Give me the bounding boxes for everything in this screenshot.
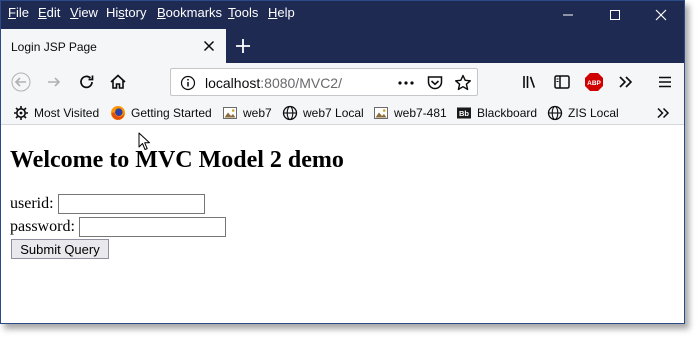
bookmark-label: web7 Local bbox=[303, 106, 364, 120]
menu-help-accesskey: H bbox=[268, 5, 278, 20]
bookmark-label: web7-481 bbox=[394, 106, 447, 120]
menu-bookmarks-accesskey: B bbox=[157, 5, 166, 20]
blackboard-icon: Bb bbox=[456, 105, 472, 121]
bookmark-label: Blackboard bbox=[477, 106, 538, 120]
adblock-plus-icon: ABP bbox=[585, 73, 603, 91]
close-window-button[interactable] bbox=[638, 1, 684, 29]
menu-tools[interactable]: Tools bbox=[228, 5, 258, 20]
userid-input[interactable] bbox=[57, 194, 205, 214]
menu-help-label: elp bbox=[277, 5, 295, 20]
menu-file-accesskey: F bbox=[8, 5, 16, 20]
bookmark-web7[interactable]: web7 bbox=[222, 105, 272, 121]
forward-arrow-icon bbox=[48, 77, 61, 87]
back-button[interactable] bbox=[11, 72, 31, 92]
home-icon bbox=[110, 74, 126, 89]
sidebar-icon bbox=[554, 75, 570, 89]
bookmark-label: web7 bbox=[243, 106, 272, 120]
url-bar[interactable]: localhost:8080/MVC2/ bbox=[170, 68, 478, 96]
menu-bar: File Edit View History Bookmarks Tools H… bbox=[1, 1, 684, 29]
globe-icon bbox=[547, 105, 563, 121]
library-icon bbox=[523, 76, 536, 88]
sidebar-button[interactable] bbox=[552, 72, 572, 92]
userid-row: userid: bbox=[10, 194, 205, 214]
bookmark-zis-local[interactable]: ZIS Local bbox=[547, 105, 619, 121]
menu-file[interactable]: File bbox=[8, 5, 29, 20]
menu-edit-accesskey: E bbox=[38, 5, 47, 20]
reload-button[interactable] bbox=[77, 72, 97, 92]
menu-edit-label: dit bbox=[46, 5, 61, 20]
image-icon bbox=[222, 105, 238, 121]
password-row: password: bbox=[10, 217, 226, 237]
menu-button[interactable] bbox=[655, 72, 675, 92]
menu-file-label: ile bbox=[15, 5, 29, 20]
menu-history[interactable]: History bbox=[106, 5, 146, 20]
close-icon bbox=[655, 9, 667, 21]
info-icon[interactable] bbox=[180, 75, 196, 91]
reload-icon bbox=[80, 75, 94, 89]
minimize-icon bbox=[563, 14, 573, 16]
firefox-icon bbox=[110, 105, 126, 121]
bookmarks-overflow-button[interactable] bbox=[655, 105, 671, 121]
bookmark-web7-local[interactable]: web7 Local bbox=[282, 105, 364, 121]
url-path: :8080/MVC2/ bbox=[260, 75, 342, 91]
minimize-button[interactable] bbox=[545, 1, 591, 29]
adblock-plus-button[interactable]: ABP bbox=[584, 72, 604, 92]
bookmark-label: Most Visited bbox=[34, 106, 100, 120]
hamburger-menu-icon bbox=[659, 76, 671, 88]
menu-bookmarks[interactable]: Bookmarks bbox=[157, 5, 222, 20]
password-input[interactable] bbox=[78, 217, 226, 237]
overflow-button[interactable] bbox=[616, 72, 636, 92]
bookmark-web7-481[interactable]: web7-481 bbox=[373, 105, 447, 121]
bookmarks-toolbar: Most Visited Getting Started web7 web7 L… bbox=[1, 101, 684, 125]
chevrons-right-icon bbox=[657, 107, 670, 119]
menu-view[interactable]: View bbox=[70, 5, 98, 20]
new-tab-icon[interactable] bbox=[233, 36, 253, 56]
page-heading: Welcome to MVC Model 2 demo bbox=[10, 147, 344, 173]
bookmark-label: Getting Started bbox=[131, 106, 212, 120]
bookmark-most-visited[interactable]: Most Visited bbox=[13, 105, 99, 121]
menu-history-pre: Hi bbox=[106, 5, 119, 20]
url-hostname: localhost bbox=[205, 75, 261, 91]
maximize-icon bbox=[610, 10, 620, 20]
bookmark-star-icon[interactable] bbox=[454, 74, 472, 92]
tab-title: Login JSP Page bbox=[11, 40, 97, 54]
tab-bar: Login JSP Page bbox=[1, 29, 684, 63]
menu-help[interactable]: Help bbox=[268, 5, 295, 20]
svg-text:ABP: ABP bbox=[587, 80, 601, 87]
userid-label: userid: bbox=[10, 195, 54, 212]
menu-history-label: tory bbox=[124, 5, 147, 20]
library-button[interactable] bbox=[520, 72, 540, 92]
page-content: Welcome to MVC Model 2 demo userid: pass… bbox=[1, 125, 684, 323]
bookmark-getting-started[interactable]: Getting Started bbox=[110, 105, 212, 121]
home-button[interactable] bbox=[108, 72, 128, 92]
gear-icon bbox=[13, 105, 29, 121]
tab-close-icon[interactable] bbox=[201, 38, 217, 54]
browser-window: File Edit View History Bookmarks Tools H… bbox=[0, 0, 685, 324]
maximize-button[interactable] bbox=[592, 1, 638, 29]
page-actions-icon[interactable] bbox=[397, 76, 415, 90]
menu-edit[interactable]: Edit bbox=[38, 5, 60, 20]
chevrons-right-icon bbox=[619, 76, 633, 88]
password-label: password: bbox=[10, 218, 75, 235]
bookmark-label: ZIS Local bbox=[568, 106, 619, 120]
menu-bookmarks-label: ookmarks bbox=[165, 5, 223, 20]
nav-bar: localhost:8080/MVC2/ ABP bbox=[1, 63, 684, 101]
bookmark-blackboard[interactable]: Bb Blackboard bbox=[456, 105, 537, 121]
image-icon bbox=[373, 105, 389, 121]
globe-icon bbox=[282, 105, 298, 121]
menu-view-label: iew bbox=[78, 5, 98, 20]
back-arrow-icon bbox=[11, 72, 31, 92]
submit-query-button[interactable]: Submit Query bbox=[11, 239, 109, 259]
forward-button[interactable] bbox=[44, 72, 64, 92]
svg-text:Bb: Bb bbox=[459, 109, 469, 118]
url-text[interactable]: localhost:8080/MVC2/ bbox=[205, 75, 342, 91]
mouse-pointer-icon bbox=[138, 132, 150, 150]
menu-tools-label: ools bbox=[234, 5, 259, 20]
pocket-icon[interactable] bbox=[426, 74, 444, 92]
tab-login-jsp[interactable]: Login JSP Page bbox=[1, 29, 226, 63]
